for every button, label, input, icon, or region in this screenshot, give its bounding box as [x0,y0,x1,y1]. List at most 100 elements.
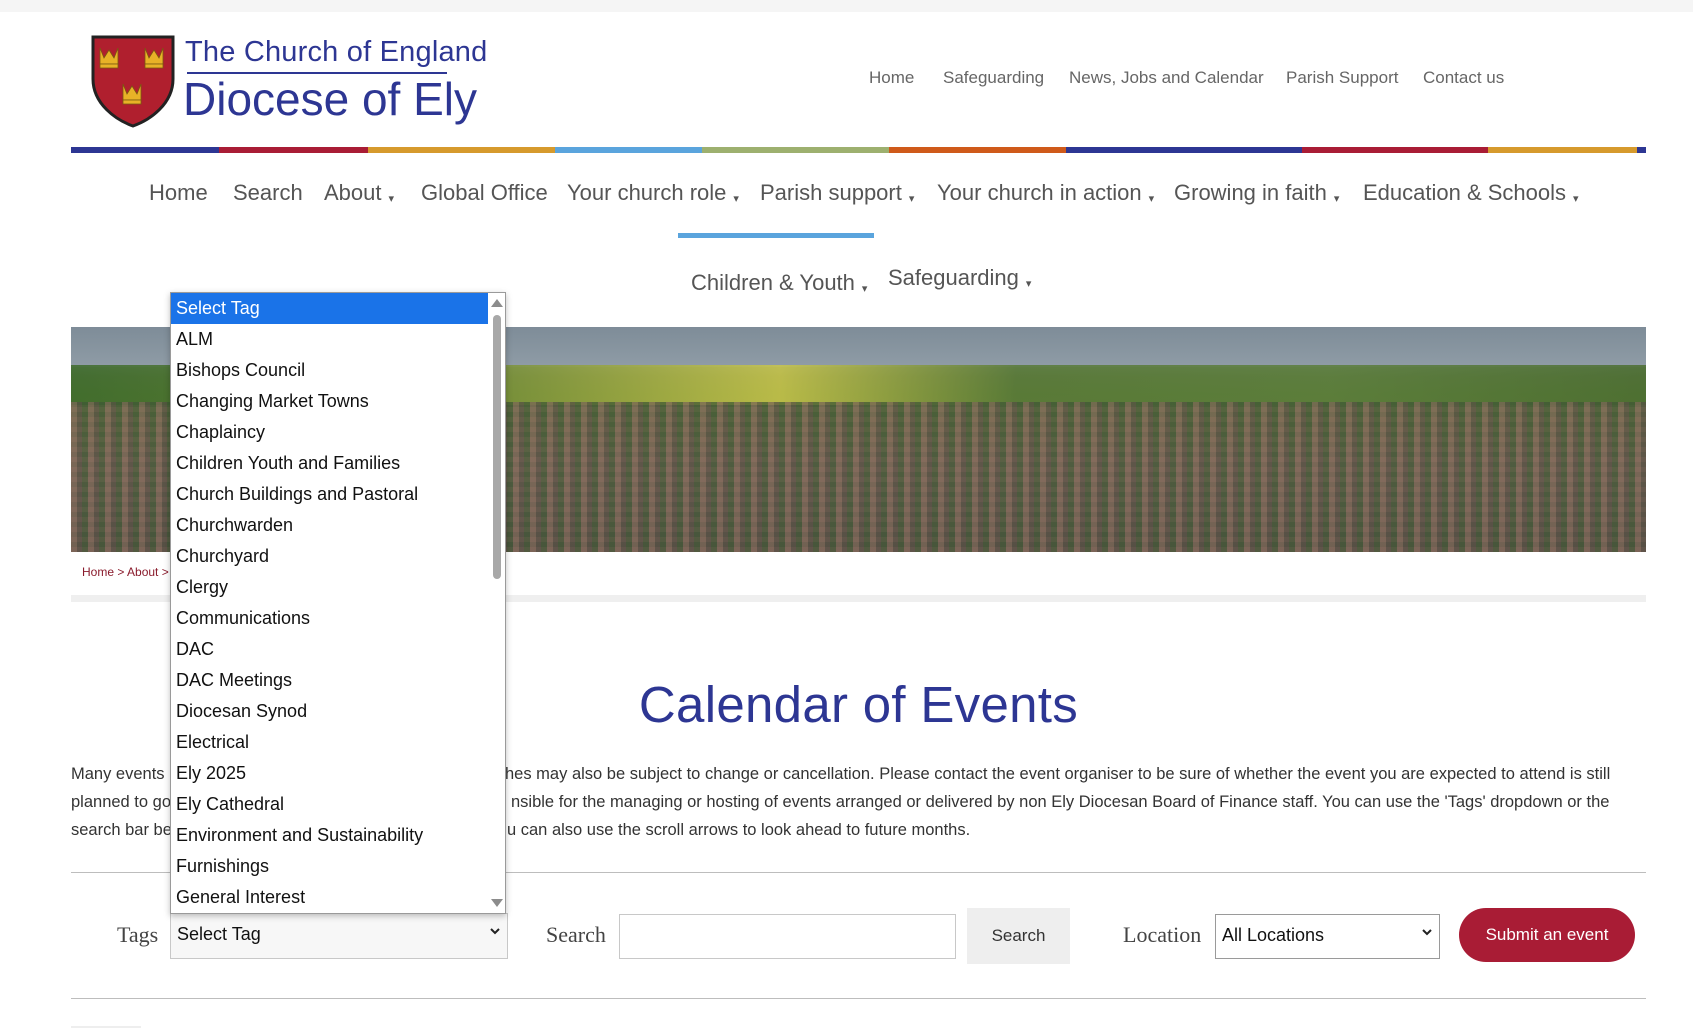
stripe-segment [368,147,555,153]
bottom-mark [71,1026,141,1028]
intro-line-2-start: planned to go [71,793,172,811]
stripe-segment [71,147,219,153]
breadcrumb: Home > About > [82,565,169,579]
caret-down-icon: ▾ [908,193,915,205]
tag-option[interactable]: Changing Market Towns [171,386,489,417]
top-nav-contact-us[interactable]: Contact us [1423,68,1504,88]
dropdown-scrollbar[interactable] [488,293,505,913]
breadcrumb-home[interactable]: Home [82,565,114,579]
tag-option[interactable]: Children Youth and Families [171,448,489,479]
tag-option[interactable]: Chaplaincy [171,417,489,448]
top-nav-news-jobs-calendar[interactable]: News, Jobs and Calendar [1069,68,1264,88]
top-nav: Home Safeguarding News, Jobs and Calenda… [0,68,1693,92]
main-nav-about[interactable]: About ▾ [324,180,394,206]
main-nav-your-church-role[interactable]: Your church role ▾ [567,180,739,206]
main-nav-label: Search [233,180,303,205]
main-nav-global-office[interactable]: Global Office [421,180,548,206]
search-input[interactable] [619,914,956,959]
location-select[interactable]: All Locations [1215,914,1440,959]
caret-down-icon: ▾ [1025,278,1032,290]
top-nav-safeguarding[interactable]: Safeguarding [943,68,1044,88]
top-nav-parish-support[interactable]: Parish Support [1286,68,1398,88]
main-nav-label: Safeguarding [888,265,1019,290]
main-nav-label: Your church in action [937,180,1142,205]
stripe-segment [702,147,889,153]
search-label: Search [546,922,606,947]
main-nav-your-church-in-action[interactable]: Your church in action ▾ [937,180,1154,206]
main-nav-label: Parish support [760,180,902,205]
main-nav-search[interactable]: Search [233,180,303,206]
tag-option[interactable]: Church Buildings and Pastoral [171,479,489,510]
main-nav-growing-in-faith[interactable]: Growing in faith ▾ [1174,180,1339,206]
stripe-segment [1302,147,1488,153]
main-nav-label: Children & Youth [691,270,855,295]
tag-option[interactable]: Churchyard [171,541,489,572]
tags-label: Tags [117,922,159,947]
intro-line-1-start: Many events [71,765,165,783]
stripe-segment [219,147,368,153]
tags-dropdown-list[interactable]: Select Tag ALM Bishops Council Changing Mar… [170,292,506,914]
tag-option[interactable]: Churchwarden [171,510,489,541]
scroll-down-arrow-icon[interactable] [491,899,503,907]
tag-option[interactable]: General Interest [171,882,489,913]
caret-down-icon: ▾ [1573,193,1579,205]
main-nav-home[interactable]: Home [149,180,208,206]
tag-option[interactable]: ALM [171,324,489,355]
chevron-down-icon [1422,929,1432,936]
main-nav-parish-support[interactable]: Parish support ▾ [760,180,914,206]
tag-option[interactable]: Furnishings [171,851,489,882]
main-nav-label: About [324,180,382,205]
breadcrumb-separator: > [114,565,128,579]
main-nav-label: Your church role [567,180,727,205]
tag-option[interactable]: Electrical [171,727,489,758]
breadcrumb-separator: > [158,565,169,579]
breadcrumb-about[interactable]: About [127,565,158,579]
stripe-segment [1637,147,1646,153]
tag-option[interactable]: Bishops Council [171,355,489,386]
nav-active-indicator [678,233,874,238]
submit-event-button[interactable]: Submit an event [1459,908,1635,962]
scrollbar-thumb[interactable] [493,315,501,579]
main-nav-safeguarding[interactable]: Safeguarding ▾ [888,265,1031,291]
main-nav: Home Search About ▾ Global Office Your ch… [0,180,1693,220]
main-nav-label: Education & Schools [1363,180,1567,205]
intro-line-3-start: search bar be [71,821,172,839]
main-nav-label: Global Office [421,180,548,205]
search-button[interactable]: Search [967,908,1070,964]
browser-top-strip [0,0,1693,12]
caret-down-icon: ▾ [1148,193,1155,205]
caret-down-icon: ▾ [388,193,395,205]
location-label: Location [1123,922,1202,947]
tags-select-value: Select Tag [177,924,261,944]
tag-option[interactable]: DAC [171,634,489,665]
main-nav-label: Growing in faith [1174,180,1327,205]
logo-line-church-of-england: The Church of England [185,36,488,68]
main-nav-education-schools[interactable]: Education & Schools ▾ [1363,180,1579,206]
stripe-segment [889,147,1066,153]
intro-line-1-end: hes may also be subject to change or can… [505,765,1611,783]
main-nav-children-youth[interactable]: Children & Youth ▾ [691,270,867,296]
scroll-up-arrow-icon[interactable] [491,299,503,307]
tag-option[interactable]: Ely Cathedral [171,789,489,820]
location-select-value: All Locations [1222,925,1325,945]
caret-down-icon: ▾ [733,193,739,205]
tag-option[interactable]: Communications [171,603,489,634]
color-stripe [71,147,1646,153]
stripe-segment [1066,147,1302,153]
stripe-segment [555,147,702,153]
tag-option[interactable]: Ely 2025 [171,758,489,789]
intro-line-3-end: u can also use the scroll arrows to look… [507,821,971,839]
caret-down-icon: ▾ [861,283,868,295]
filter-bottom-divider [71,998,1646,999]
intro-line-2-end: nsible for the managing or hosting of ev… [511,793,1610,811]
caret-down-icon: ▾ [1333,193,1340,205]
tag-option[interactable]: Diocesan Synod [171,696,489,727]
tag-option[interactable]: Clergy [171,572,489,603]
stripe-segment [1488,147,1637,153]
tag-option[interactable]: DAC Meetings [171,665,489,696]
tags-select[interactable]: Select Tag [170,913,508,959]
top-nav-home[interactable]: Home [869,68,914,88]
tag-option[interactable]: Environment and Sustainability [171,820,489,851]
main-nav-label: Home [149,180,208,205]
tag-option[interactable]: Select Tag [171,293,489,324]
